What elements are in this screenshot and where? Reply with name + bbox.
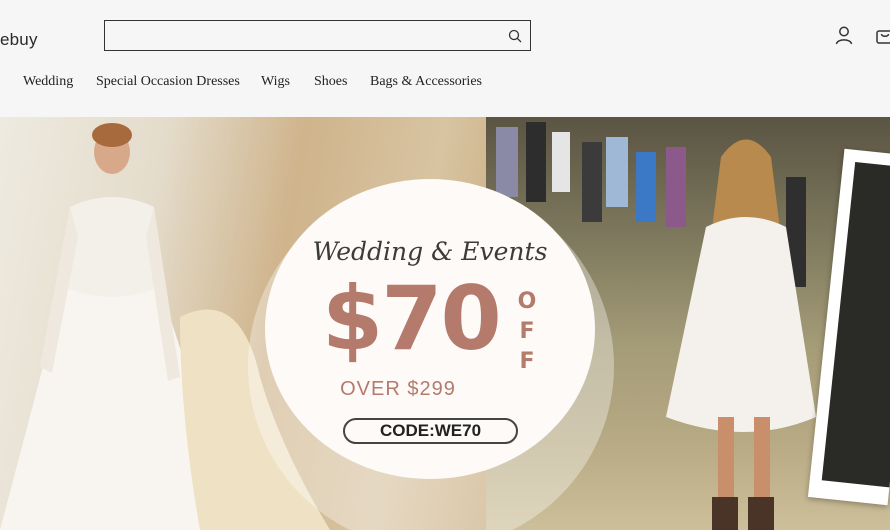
promo-discount-amount: $70 xyxy=(322,267,502,370)
promo-headline: Wedding & Events xyxy=(312,237,548,266)
search-bar[interactable] xyxy=(104,20,531,51)
promo-off-text: O F F xyxy=(517,289,537,374)
promo-code-badge[interactable]: CODE:WE70 xyxy=(343,418,518,444)
promo-condition: OVER $299 xyxy=(340,378,456,400)
nav-item-special-occasion-dresses[interactable]: Special Occasion Dresses xyxy=(96,74,240,90)
shopping-bag-icon[interactable] xyxy=(875,25,890,45)
account-user-icon[interactable] xyxy=(834,25,854,45)
search-icon[interactable] xyxy=(508,29,522,43)
site-logo[interactable]: ebuy xyxy=(0,30,38,50)
nav-item-wedding[interactable]: Wedding xyxy=(23,74,73,90)
nav-item-shoes[interactable]: Shoes xyxy=(314,74,347,90)
nav-item-bags-accessories[interactable]: Bags & Accessories xyxy=(370,74,482,90)
search-input[interactable] xyxy=(111,25,495,48)
nav-item-wigs[interactable]: Wigs xyxy=(261,74,290,90)
hero-banner[interactable]: Wedding & Events $70 O F F OVER $299 COD… xyxy=(0,117,890,530)
site-header: ebuy Wedding Special Occasion Dresses Wi… xyxy=(0,0,890,117)
